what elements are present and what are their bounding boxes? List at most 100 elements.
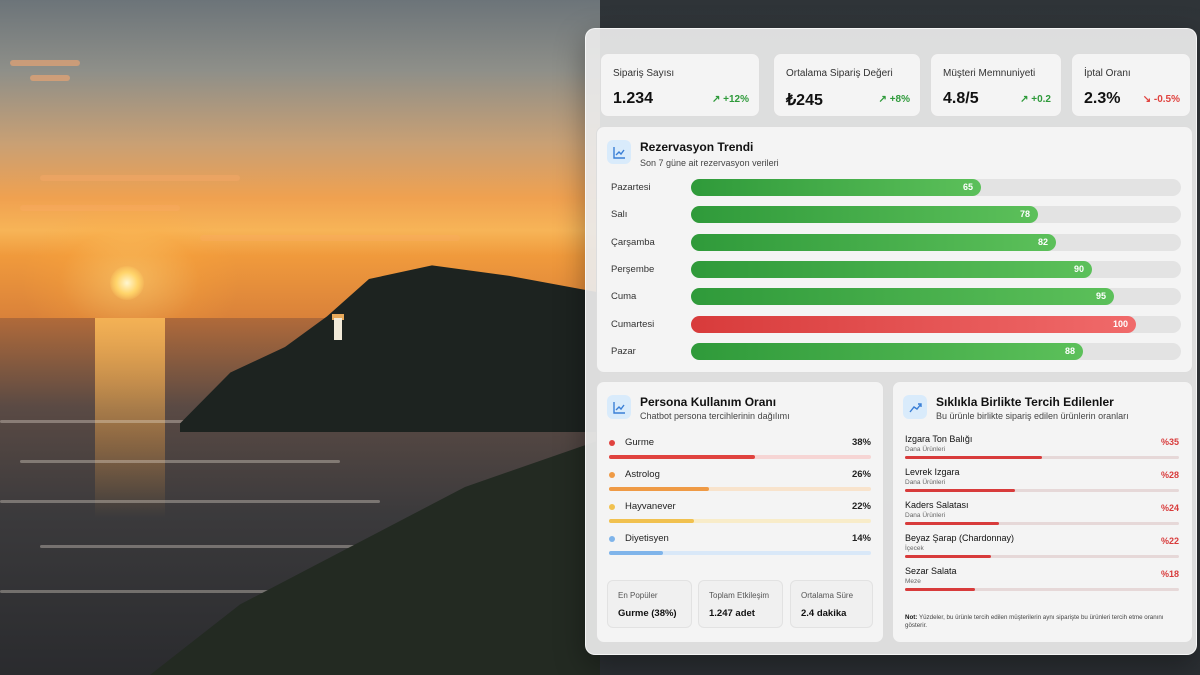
section-subtitle: Chatbot persona tercihlerinin dağılımı <box>640 411 790 421</box>
section-title: Persona Kullanım Oranı <box>640 395 777 409</box>
paired-product-percent: %35 <box>1160 437 1179 447</box>
persona-color-dot <box>609 472 615 478</box>
persona-name: Hayvanever <box>625 501 676 512</box>
kpi-card-satisfaction[interactable]: Müşteri Memnuniyeti 4.8/5 ↗ +0.2 <box>930 53 1062 117</box>
paired-bar <box>905 555 991 558</box>
trend-bar-track: 90 <box>691 260 1181 278</box>
trend-bar-track: 65 <box>691 179 1181 196</box>
kpi-delta: ↗ +0.2 <box>1020 94 1051 105</box>
trend-bar: 88 <box>691 342 1083 360</box>
trend-bar-row[interactable]: Pazar 88 <box>611 342 1181 361</box>
stat-value: 1.247 adet <box>709 608 755 619</box>
persona-percent: 38% <box>851 437 871 448</box>
kpi-value: 1.234 <box>613 90 654 107</box>
dashboard-panel: Sipariş Sayısı 1.234 ↗ +12% Ortalama Sip… <box>585 28 1197 655</box>
paired-product-percent: %28 <box>1160 470 1179 480</box>
trend-up-icon: ↗ <box>878 94 890 105</box>
paired-item[interactable]: Beyaz Şarap (Chardonnay) İçecek %22 <box>905 533 1179 565</box>
section-subtitle: Bu ürünle birlikte sipariş edilen ürünle… <box>936 411 1129 421</box>
kpi-value: 2.3% <box>1084 90 1121 107</box>
persona-name: Diyetisyen <box>625 533 669 544</box>
trend-day-label: Cumartesi <box>611 318 655 330</box>
kpi-delta: ↗ +8% <box>878 94 910 105</box>
persona-usage-card: Persona Kullanım Oranı Chatbot persona t… <box>596 381 884 643</box>
paired-item[interactable]: Levrek Izgara Dana Ürünleri %28 <box>905 467 1179 499</box>
paired-product-percent: %24 <box>1160 503 1179 513</box>
kpi-value: ₺245 <box>786 92 823 109</box>
stat-total-interactions: Toplam Etkileşim 1.247 adet <box>698 580 783 628</box>
wave <box>0 500 380 503</box>
trend-bar: 95 <box>691 288 1114 306</box>
stat-value: 2.4 dakika <box>801 608 847 619</box>
section-title: Sıklıkla Birlikte Tercih Edilenler <box>936 395 1114 409</box>
kpi-card-avg-order[interactable]: Ortalama Sipariş Değeri ₺245 ↗ +8% <box>773 53 921 117</box>
trend-bar-value: 100 <box>1112 318 1128 329</box>
stat-label: Toplam Etkileşim <box>709 591 770 600</box>
kpi-label: Ortalama Sipariş Değeri <box>786 68 893 79</box>
paired-product-name: Izgara Ton Balığı <box>905 434 973 444</box>
trend-bar-track: 78 <box>691 206 1181 224</box>
trend-bar: 90 <box>691 260 1092 278</box>
trend-down-icon: ↘ <box>1142 94 1154 105</box>
trend-day-label: Pazar <box>611 345 636 357</box>
kpi-label: İptal Oranı <box>1084 68 1131 79</box>
persona-item[interactable]: Gurme 38% <box>609 437 871 467</box>
cloud <box>40 175 240 181</box>
trend-day-label: Pazartesi <box>611 182 651 193</box>
kpi-delta: ↘ -0.5% <box>1142 94 1180 105</box>
lighthouse <box>334 318 342 340</box>
section-title: Rezervasyon Trendi <box>640 140 754 154</box>
trend-day-label: Perşembe <box>611 263 655 275</box>
wave <box>0 590 300 593</box>
paired-bar <box>905 456 1042 459</box>
paired-bar-track <box>905 555 1179 558</box>
persona-color-dot <box>609 536 615 542</box>
trend-bar-row[interactable]: Cumartesi 100 <box>611 315 1181 334</box>
trend-bar-value: 78 <box>1019 209 1030 220</box>
persona-item[interactable]: Diyetisyen 14% <box>609 533 871 563</box>
stat-label: En Popüler <box>618 591 658 600</box>
persona-bar-track <box>609 551 871 555</box>
kpi-card-cancel-rate[interactable]: İptal Oranı 2.3% ↘ -0.5% <box>1071 53 1191 117</box>
paired-bar-track <box>905 588 1179 591</box>
trend-bar-row[interactable]: Perşembe 90 <box>611 260 1181 279</box>
paired-item[interactable]: Izgara Ton Balığı Dana Ürünleri %35 <box>905 434 1179 466</box>
persona-bar-track <box>609 455 871 459</box>
trend-day-label: Çarşamba <box>611 236 655 248</box>
cloud <box>200 235 460 241</box>
persona-name: Gurme <box>625 437 655 448</box>
paired-product-category: Meze <box>905 578 921 585</box>
paired-product-name: Levrek Izgara <box>905 467 960 477</box>
trend-day-label: Salı <box>611 209 628 221</box>
trend-bar-value: 82 <box>1037 236 1048 247</box>
trend-bar-row[interactable]: Salı 78 <box>611 206 1181 224</box>
reservation-trend-card: Rezervasyon Trendi Son 7 güne ait rezerv… <box>596 126 1193 373</box>
kpi-label: Sipariş Sayısı <box>613 68 675 79</box>
trend-up-icon <box>903 395 927 419</box>
trend-bar-value: 95 <box>1095 291 1106 302</box>
trend-bar-value: 88 <box>1064 345 1075 356</box>
sun-reflection <box>95 318 165 518</box>
stat-label: Ortalama Süre <box>801 591 854 600</box>
persona-item[interactable]: Hayvanever 22% <box>609 501 871 531</box>
persona-bar <box>609 551 663 555</box>
paired-bar <box>905 522 999 525</box>
trend-bar-row[interactable]: Pazartesi 65 <box>611 179 1181 197</box>
paired-product-name: Beyaz Şarap (Chardonnay) <box>905 533 1015 543</box>
trend-bar-row[interactable]: Cuma 95 <box>611 288 1181 306</box>
persona-bar <box>609 455 755 459</box>
frequently-paired-card: Sıklıkla Birlikte Tercih Edilenler Bu ür… <box>892 381 1193 643</box>
persona-item[interactable]: Astrolog 26% <box>609 469 871 499</box>
paired-product-percent: %22 <box>1160 536 1179 546</box>
trend-bar-row[interactable]: Çarşamba 82 <box>611 233 1181 252</box>
trend-bar-track: 82 <box>691 233 1181 251</box>
paired-item[interactable]: Sezar Salata Meze %18 <box>905 566 1179 598</box>
persona-bar-track <box>609 487 871 491</box>
cloud <box>30 75 70 81</box>
paired-product-category: Dana Ürünleri <box>905 446 946 453</box>
kpi-value: 4.8/5 <box>943 90 979 107</box>
paired-item[interactable]: Kaders Salatası Dana Ürünleri %24 <box>905 500 1179 532</box>
paired-product-category: Dana Ürünleri <box>905 479 946 486</box>
kpi-card-orders[interactable]: Sipariş Sayısı 1.234 ↗ +12% <box>600 53 760 117</box>
persona-percent: 22% <box>851 501 871 512</box>
